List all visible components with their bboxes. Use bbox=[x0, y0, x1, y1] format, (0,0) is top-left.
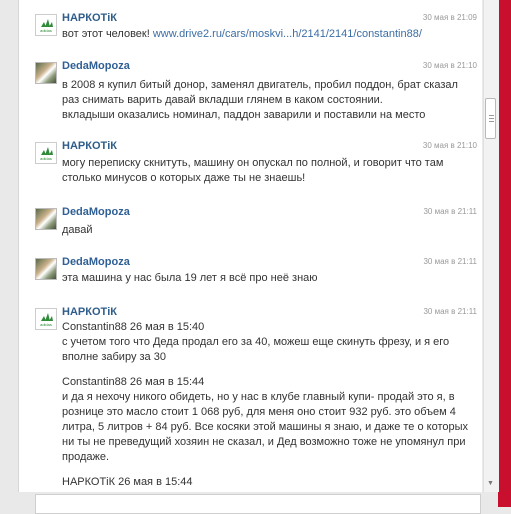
adidas-logo-avatar[interactable]: adidas bbox=[35, 308, 57, 330]
message-author[interactable]: НАРКОТiК bbox=[62, 306, 117, 318]
message-line: эта машина у нас была 19 лет я всё про н… bbox=[62, 272, 318, 284]
message-line: вкладыши оказались номинал, паддон завар… bbox=[62, 109, 426, 121]
message-line: давай bbox=[62, 224, 93, 236]
message-time: 30 мая в 21:11 bbox=[423, 207, 477, 216]
message-item: adidas НАРКОТiК 30 мая в 21:10 могу пере… bbox=[19, 138, 477, 193]
message-time: 30 мая в 21:10 bbox=[422, 141, 477, 150]
message-author[interactable]: НАРКОТiК bbox=[62, 12, 117, 24]
message-time: 30 мая в 21:11 bbox=[423, 307, 477, 316]
adidas-logo-avatar[interactable]: adidas bbox=[35, 142, 57, 164]
message-time: 30 мая в 21:10 bbox=[422, 61, 477, 70]
message-item: DedaMopoza 30 мая в 21:10 в 2008 я купил… bbox=[19, 58, 477, 128]
message-body: Constantin88 26 мая в 15:40 с учетом тог… bbox=[62, 320, 472, 490]
message-line: в 2008 я купил битый донор, заменял двиг… bbox=[62, 79, 458, 91]
message-author[interactable]: DedaMopoza bbox=[62, 206, 130, 218]
message-line: ни ты не преведущий хозяин не сказал, и … bbox=[62, 436, 466, 448]
message-line: рознице это масло стоит 1 068 руб, для м… bbox=[62, 406, 456, 418]
message-item: DedaMopoza 30 мая в 21:11 давай bbox=[19, 204, 477, 242]
message-time: 30 мая в 21:09 bbox=[422, 13, 477, 22]
user-photo-avatar[interactable] bbox=[35, 208, 57, 230]
scrollbar-track[interactable] bbox=[483, 0, 499, 492]
message-line: вполне забиру за 30 bbox=[62, 351, 166, 363]
user-photo-avatar[interactable] bbox=[35, 258, 57, 280]
message-line: с учетом того что Деда продал его за 40,… bbox=[62, 336, 450, 348]
scrollbar-thumb[interactable] bbox=[485, 98, 496, 139]
message-line: продаже. bbox=[62, 451, 110, 463]
message-time: 30 мая в 21:11 bbox=[423, 257, 477, 266]
message-body: в 2008 я купил битый донор, заменял двиг… bbox=[62, 78, 472, 123]
message-item: adidas НАРКОТiК 30 мая в 21:09 вот этот … bbox=[19, 8, 477, 48]
quote-header: НАРКОТiК 26 мая в 15:44 bbox=[62, 476, 193, 488]
scroll-down-arrow-icon[interactable]: ▼ bbox=[485, 478, 496, 490]
message-line: литра, 5 литров + 84 руб. Все косяки это… bbox=[62, 421, 468, 433]
adidas-logo-avatar[interactable]: adidas bbox=[35, 14, 57, 36]
message-thread: adidas НАРКОТiК 30 мая в 21:09 вот этот … bbox=[18, 0, 482, 492]
profile-link[interactable]: www.drive2.ru/cars/moskvi...h/2141/2141/… bbox=[153, 28, 422, 40]
message-body: могу переписку скнитуть, машину он опуск… bbox=[62, 156, 472, 186]
message-body: эта машина у нас была 19 лет я всё про н… bbox=[62, 271, 472, 286]
message-item: adidas НАРКОТiК 30 мая в 21:11 Constanti… bbox=[19, 304, 477, 492]
quote-header: Constantin88 26 мая в 15:44 bbox=[62, 376, 205, 388]
message-line: и да я нехочу никого обидеть, но у нас в… bbox=[62, 391, 455, 403]
user-photo-avatar[interactable] bbox=[35, 62, 57, 84]
quote-header: Constantin88 26 мая в 15:40 bbox=[62, 321, 205, 333]
message-text: вот этот человек! bbox=[62, 28, 153, 40]
message-author[interactable]: DedaMopoza bbox=[62, 60, 130, 72]
page-edge-accent bbox=[498, 0, 511, 507]
message-line: могу переписку скнитуть, машину он опуск… bbox=[62, 157, 444, 169]
message-input[interactable] bbox=[35, 494, 481, 514]
message-author[interactable]: НАРКОТiК bbox=[62, 140, 117, 152]
message-line: раз снимать варить давай вкладши глянем … bbox=[62, 94, 383, 106]
message-author[interactable]: DedaMopoza bbox=[62, 256, 130, 268]
message-body: давай bbox=[62, 223, 472, 238]
message-body: вот этот человек! www.drive2.ru/cars/mos… bbox=[62, 27, 472, 42]
message-item: DedaMopoza 30 мая в 21:11 эта машина у н… bbox=[19, 254, 477, 292]
message-line: столько минусов о которых даже ты не зна… bbox=[62, 172, 306, 184]
